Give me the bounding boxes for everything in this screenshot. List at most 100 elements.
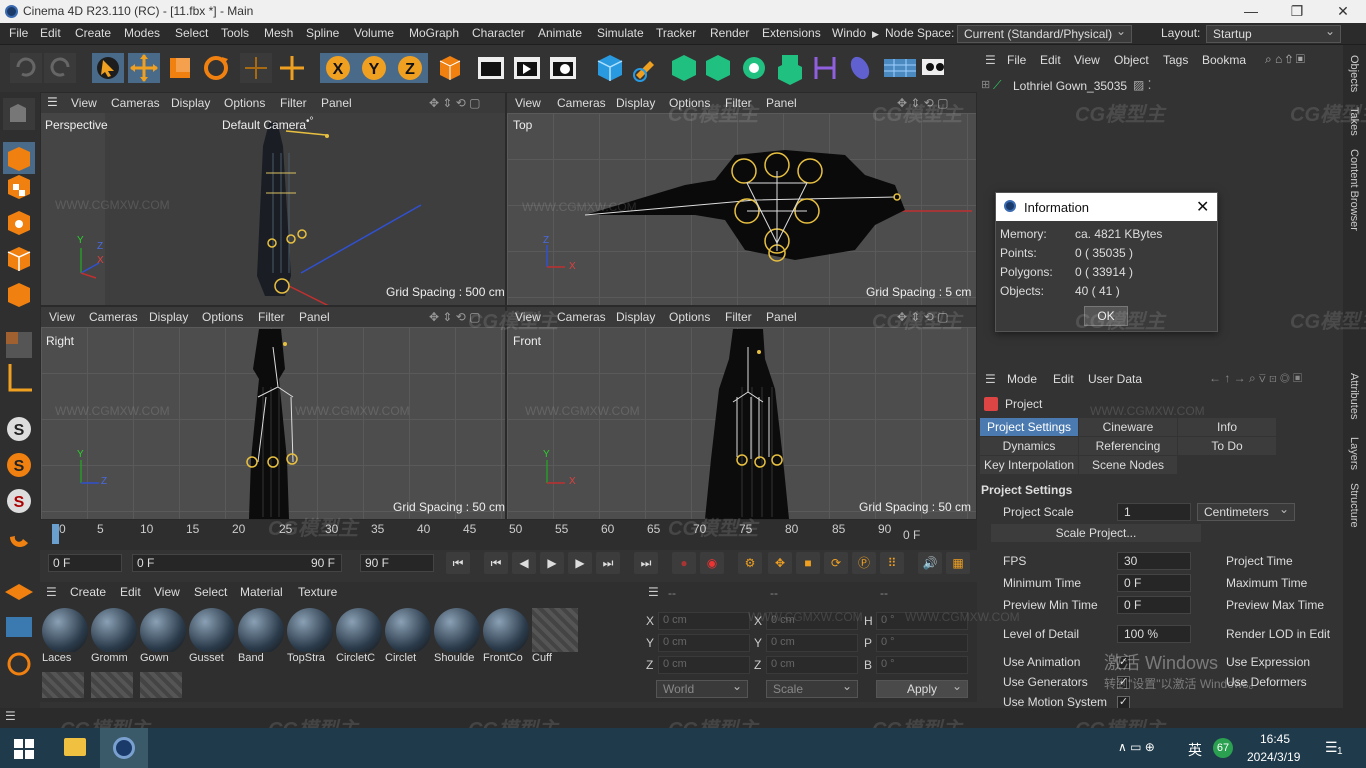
mat-menu-edit[interactable]: Edit (120, 585, 141, 599)
hamburger-icon[interactable]: ☰ (47, 95, 58, 109)
menu-volume[interactable]: Volume (354, 26, 394, 40)
tab-layers[interactable]: Layers (1348, 437, 1360, 470)
close-window-button[interactable]: ✕ (1320, 0, 1366, 23)
mat-menu-texture[interactable]: Texture (298, 585, 337, 599)
goto-start-button[interactable]: ⏮ (446, 552, 470, 574)
clock-time[interactable]: 16:45 (1260, 732, 1290, 746)
coord-scale-dropdown[interactable]: Scale (766, 679, 858, 698)
hamburger-icon[interactable]: ☰ (5, 709, 16, 723)
minimize-button[interactable]: — (1228, 0, 1274, 23)
menu-select[interactable]: Select (175, 26, 208, 40)
key-pla-button[interactable]: ⠿ (880, 552, 904, 574)
play-button[interactable]: ▶ (540, 552, 564, 574)
tab-cineware[interactable]: Cineware (1079, 418, 1177, 436)
menu-animate[interactable]: Animate (538, 26, 582, 40)
menu-mograph[interactable]: MoGraph (409, 26, 459, 40)
vp-menu-cameras[interactable]: Cameras (111, 96, 160, 110)
project-scale-unit-dropdown[interactable]: Centimeters (1197, 502, 1295, 521)
key-position-button[interactable]: ✥ (768, 552, 792, 574)
camera-name[interactable]: Default Camera (222, 118, 306, 132)
material-swatch[interactable]: Shoulde (434, 608, 482, 668)
menu-mesh[interactable]: Mesh (264, 26, 293, 40)
vp-menu-display[interactable]: Display (171, 96, 210, 110)
range-slider[interactable]: 0 F 90 F (132, 554, 342, 572)
vp-menu-view[interactable]: View (71, 96, 97, 110)
file-explorer-icon[interactable] (64, 738, 86, 756)
pos-x-field[interactable]: 0 cm (658, 612, 750, 630)
mat-menu-select[interactable]: Select (194, 585, 227, 599)
tab-referencing[interactable]: Referencing (1079, 437, 1177, 455)
material-swatch-empty[interactable] (91, 672, 133, 698)
max-frame-field[interactable]: 90 F (360, 554, 434, 572)
prev-frame-button[interactable]: ◀ (512, 552, 536, 574)
tab-info[interactable]: Info (1178, 418, 1276, 436)
menu-simulate[interactable]: Simulate (597, 26, 644, 40)
material-swatch[interactable]: FrontCo (483, 608, 531, 668)
tab-attributes[interactable]: Attributes (1348, 373, 1360, 419)
menu-edit[interactable]: Edit (40, 26, 61, 40)
material-swatch[interactable]: Gusset (189, 608, 237, 668)
material-swatch[interactable]: Cuff (532, 608, 580, 668)
attr-nav-icons[interactable]: ← ↑ → ⌕ ⊽ ⊡ ◎ ▣ (1209, 371, 1302, 386)
size-y-field[interactable]: 0 cm (766, 634, 858, 652)
material-swatch[interactable]: Circlet (385, 608, 433, 668)
minimum-time-field[interactable]: 0 F (1117, 574, 1191, 592)
close-icon[interactable]: ✕ (1196, 197, 1209, 217)
menu-character[interactable]: Character (472, 26, 525, 40)
coord-space-dropdown[interactable]: World (656, 679, 748, 698)
rot-p-field[interactable]: 0 ° (876, 634, 968, 652)
material-swatch-empty[interactable] (140, 672, 182, 698)
tray-icons[interactable]: ∧ ▭ ⊕ (1118, 740, 1155, 754)
material-swatch[interactable]: CircletC (336, 608, 384, 668)
obj-menu-tags[interactable]: Tags (1163, 53, 1188, 67)
ime-indicator[interactable]: 英 (1188, 740, 1202, 760)
menu-modes[interactable]: Modes (124, 26, 160, 40)
pos-y-field[interactable]: 0 cm (658, 634, 750, 652)
obj-menu-bookmarks[interactable]: Bookma (1202, 53, 1246, 67)
material-swatch[interactable]: Gromm (91, 608, 139, 668)
node-space-dropdown[interactable]: Current (Standard/Physical) (957, 24, 1132, 43)
project-scale-field[interactable]: 1 (1117, 503, 1191, 521)
menu-file[interactable]: File (9, 26, 28, 40)
notification-icon[interactable]: ☰ (1325, 739, 1338, 756)
vp-menu-filter[interactable]: Filter (280, 96, 307, 110)
attr-menu-edit[interactable]: Edit (1053, 372, 1074, 386)
obj-menu-file[interactable]: File (1007, 53, 1026, 67)
material-swatch-empty[interactable] (42, 672, 84, 698)
battery-badge[interactable]: 67 (1213, 738, 1233, 758)
keyframe-selection-button[interactable]: ⚙ (738, 552, 762, 574)
next-key-button[interactable]: ⏭ (596, 552, 620, 574)
menu-tools[interactable]: Tools (221, 26, 249, 40)
material-swatch[interactable]: TopStra (287, 608, 335, 668)
key-param-button[interactable]: Ⓟ (852, 552, 876, 574)
expand-icon[interactable]: ⊞ (981, 78, 990, 91)
maximize-button[interactable]: ❐ (1274, 0, 1320, 23)
clock-date[interactable]: 2024/3/19 (1247, 750, 1300, 764)
scale-project-button[interactable]: Scale Project... (991, 524, 1201, 542)
tab-project-settings[interactable]: Project Settings (980, 418, 1078, 436)
object-name[interactable]: Lothriel Gown_35035 (1013, 79, 1127, 93)
layout-dropdown[interactable]: Startup (1206, 24, 1341, 43)
playhead[interactable] (52, 524, 59, 544)
material-swatch[interactable]: Band (238, 608, 286, 668)
menu-window[interactable]: Windo (832, 26, 866, 40)
sound-button[interactable]: 🔊 (918, 552, 942, 574)
material-swatch[interactable]: Laces (42, 608, 90, 668)
film-button[interactable]: ▦ (946, 552, 970, 574)
tab-content-browser[interactable]: Content Browser (1348, 149, 1360, 231)
mat-menu-view[interactable]: View (154, 585, 180, 599)
menu-render[interactable]: Render (710, 26, 749, 40)
viewport-nav-icons[interactable]: ✥ ⇕ ⟲ ▢ (429, 96, 481, 110)
menu-overflow-icon[interactable]: ▶ (872, 29, 879, 40)
mat-menu-create[interactable]: Create (70, 585, 106, 599)
preview-min-time-field[interactable]: 0 F (1117, 596, 1191, 614)
hamburger-icon[interactable]: ☰ (985, 53, 996, 67)
camera-toggle-icon[interactable]: •° (306, 116, 314, 127)
menu-tracker[interactable]: Tracker (656, 26, 696, 40)
attr-menu-mode[interactable]: Mode (1007, 372, 1037, 386)
tab-objects[interactable]: Objects (1348, 55, 1360, 92)
level-of-detail-field[interactable]: 100 % (1117, 625, 1191, 643)
hamburger-icon[interactable]: ☰ (46, 585, 57, 599)
tab-todo[interactable]: To Do (1178, 437, 1276, 455)
tab-structure[interactable]: Structure (1348, 483, 1360, 528)
